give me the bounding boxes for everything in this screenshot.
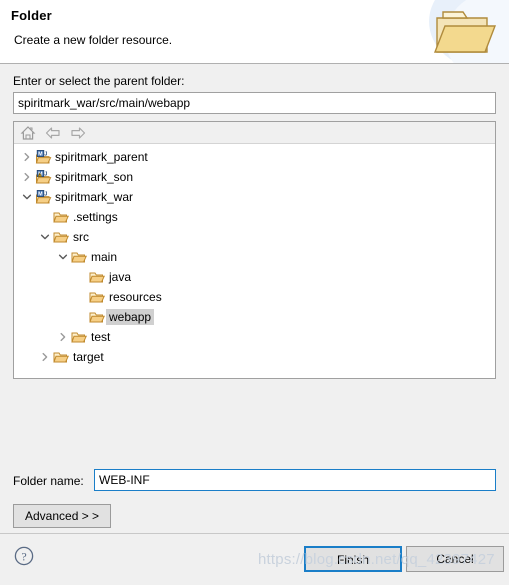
twisty-none: [74, 287, 88, 307]
tree-item-label: target: [73, 350, 104, 364]
svg-text:J: J: [44, 171, 47, 177]
folder-icon: [70, 247, 88, 267]
tree-item[interactable]: test: [14, 327, 495, 347]
tree-item[interactable]: M Jspiritmark_war: [14, 187, 495, 207]
tree-item-label: main: [91, 250, 118, 264]
tree-item[interactable]: MJspiritmark_son: [14, 167, 495, 187]
maven-project-icon: MJ: [34, 147, 52, 167]
folder-icon: [70, 327, 88, 347]
tree-item[interactable]: M Jspiritmark_parent: [14, 147, 495, 167]
tree-toolbar: [14, 122, 495, 144]
folder-icon: [52, 207, 70, 227]
chevron-down-icon[interactable]: [38, 227, 52, 247]
svg-text:J: J: [44, 191, 47, 197]
tree-item[interactable]: webapp: [14, 307, 495, 327]
folder-name-label: Folder name:: [13, 474, 84, 488]
cancel-button[interactable]: Cancel: [406, 546, 504, 572]
folder-name-input[interactable]: [94, 469, 496, 491]
dialog-body: Enter or select the parent folder: spiri…: [0, 64, 509, 533]
chevron-down-icon[interactable]: [20, 187, 34, 207]
svg-text:M: M: [38, 151, 43, 157]
dialog-footer: ? Finish Cancel: [0, 533, 509, 585]
folder-tree[interactable]: MJspiritmark_parentMJspiritmark_sonMJspi…: [14, 144, 495, 378]
folder-icon: [88, 287, 106, 307]
parent-folder-label: Enter or select the parent folder:: [13, 74, 185, 88]
chevron-right-icon[interactable]: [20, 147, 34, 167]
tree-item[interactable]: src: [14, 227, 495, 247]
twisty-none: [38, 207, 52, 227]
svg-text:?: ?: [21, 549, 26, 563]
folder-tree-panel: MJspiritmark_parentMJspiritmark_sonMJspi…: [13, 121, 496, 379]
tree-item-label: spiritmark_parent: [55, 150, 148, 164]
help-question-icon[interactable]: ?: [14, 546, 34, 569]
maven-project-icon: MJ: [34, 187, 52, 207]
chevron-right-icon[interactable]: [56, 327, 70, 347]
back-arrow-icon[interactable]: [44, 124, 62, 142]
tree-item-label: src: [73, 230, 89, 244]
tree-item[interactable]: .settings: [14, 207, 495, 227]
tree-item-label: webapp: [106, 309, 155, 325]
page-title: Folder: [11, 8, 52, 23]
tree-item-label: spiritmark_son: [55, 170, 134, 184]
svg-text:M: M: [38, 191, 43, 197]
page-description: Create a new folder resource.: [14, 33, 173, 47]
maven-project-warning-icon: MJ: [34, 167, 52, 187]
twisty-none: [74, 307, 88, 327]
svg-text:J: J: [44, 151, 47, 157]
chevron-right-icon[interactable]: [38, 347, 52, 367]
tree-item-label: java: [109, 270, 132, 284]
twisty-none: [74, 267, 88, 287]
tree-item-label: .settings: [73, 210, 118, 224]
open-folder-icon: [433, 11, 497, 53]
parent-folder-input[interactable]: [13, 92, 496, 114]
header-banner: [425, 0, 509, 63]
tree-item[interactable]: main: [14, 247, 495, 267]
tree-item-label: spiritmark_war: [55, 190, 134, 204]
folder-icon: [52, 347, 70, 367]
dialog-header: Folder Create a new folder resource.: [0, 0, 509, 64]
folder-icon: [88, 307, 106, 327]
tree-item[interactable]: java: [14, 267, 495, 287]
forward-arrow-icon[interactable]: [69, 124, 87, 142]
tree-item-label: resources: [109, 290, 162, 304]
tree-item[interactable]: resources: [14, 287, 495, 307]
tree-item-label: test: [91, 330, 111, 344]
chevron-down-icon[interactable]: [56, 247, 70, 267]
chevron-right-icon[interactable]: [20, 167, 34, 187]
home-icon[interactable]: [19, 124, 37, 142]
finish-button[interactable]: Finish: [304, 546, 402, 572]
advanced-button[interactable]: Advanced > >: [13, 504, 112, 528]
folder-icon: [52, 227, 70, 247]
folder-icon: [88, 267, 106, 287]
tree-item[interactable]: target: [14, 347, 495, 367]
